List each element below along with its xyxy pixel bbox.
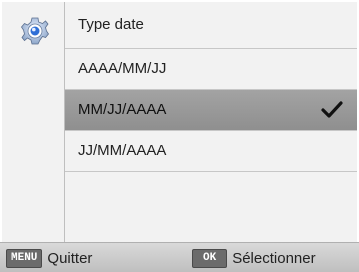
menu-key[interactable]: MENU	[6, 249, 43, 268]
option-label: JJ/MM/AAAA	[78, 142, 167, 159]
menu-title: Type date	[78, 16, 144, 33]
select-hint[interactable]: OK Sélectionner	[192, 249, 316, 268]
select-label: Sélectionner	[232, 250, 316, 267]
ok-key[interactable]: OK	[192, 249, 228, 268]
option-label: AAAA/MM/JJ	[78, 60, 167, 77]
button-hint-bar: MENU Quitter OK Sélectionner	[0, 242, 359, 272]
option-dd-mm-yyyy[interactable]: JJ/MM/AAAA	[65, 131, 357, 171]
settings-gear-icon	[20, 17, 50, 45]
option-label: MM/JJ/AAAA	[78, 101, 167, 118]
settings-panel: Type date AAAA/MM/JJ MM/JJ/AAAA JJ/MM/AA…	[2, 2, 357, 242]
checkmark-icon	[321, 101, 343, 118]
option-mm-dd-yyyy[interactable]: MM/JJ/AAAA	[65, 90, 357, 130]
exit-label: Quitter	[47, 250, 93, 267]
option-yyyy-mm-dd[interactable]: AAAA/MM/JJ	[65, 49, 357, 89]
left-rail	[2, 2, 64, 242]
date-format-list: Type date AAAA/MM/JJ MM/JJ/AAAA JJ/MM/AA…	[65, 2, 357, 242]
exit-hint[interactable]: MENU Quitter	[6, 249, 92, 268]
row-divider	[65, 171, 357, 172]
menu-title-row: Type date	[65, 2, 357, 48]
camera-settings-screen: Type date AAAA/MM/JJ MM/JJ/AAAA JJ/MM/AA…	[0, 0, 359, 272]
